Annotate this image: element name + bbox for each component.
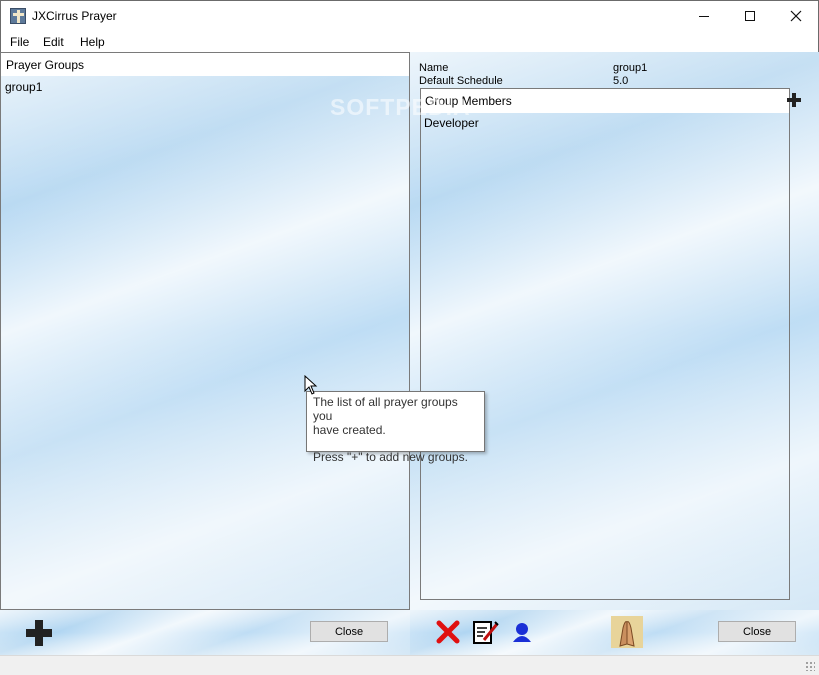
- group-members-header: Group Members: [421, 89, 789, 113]
- praying-hands-icon: [611, 616, 643, 648]
- menu-help[interactable]: Help: [80, 35, 105, 49]
- minimize-button[interactable]: [681, 1, 727, 31]
- watermark: SOFTPEDIA: [330, 94, 471, 120]
- members-toolbar: Close: [410, 610, 819, 655]
- group-details-panel: Name group1 Default Schedule 5.0 Group M…: [410, 52, 819, 610]
- default-schedule-value: 5.0: [613, 75, 629, 87]
- prayer-groups-panel: Prayer Groups group1: [0, 52, 410, 610]
- mouse-cursor-icon: [304, 375, 318, 395]
- menu-edit[interactable]: Edit: [43, 35, 64, 49]
- name-value: group1: [613, 62, 648, 74]
- default-schedule-label: Default Schedule: [419, 75, 503, 87]
- tooltip: The list of all prayer groups you have c…: [306, 391, 485, 464]
- tooltip-line: have created.: [313, 423, 386, 437]
- add-group-button[interactable]: [26, 620, 52, 646]
- close-window-button[interactable]: [773, 1, 819, 31]
- window-title: JXCirrus Prayer: [32, 9, 117, 23]
- person-button[interactable]: [510, 618, 538, 646]
- edit-button[interactable]: [471, 618, 499, 646]
- list-item[interactable]: group1: [5, 80, 42, 94]
- add-member-button[interactable]: [787, 93, 801, 107]
- red-x-icon: [436, 620, 460, 644]
- resize-grip-icon[interactable]: [805, 661, 815, 671]
- close-button[interactable]: Close: [718, 621, 796, 642]
- groups-toolbar: Close: [0, 610, 410, 655]
- close-icon: [790, 10, 802, 22]
- plus-icon: [787, 93, 801, 107]
- notepad-pen-icon: [473, 621, 499, 644]
- maximize-icon: [745, 11, 755, 21]
- close-button[interactable]: Close: [310, 621, 388, 642]
- minimize-icon: [699, 15, 709, 17]
- tooltip-line: Press "+" to add new groups.: [313, 450, 468, 464]
- app-cross-icon: [10, 8, 26, 24]
- group-members-list: Group Members Developer: [420, 88, 790, 600]
- plus-icon: [26, 620, 52, 646]
- tooltip-line: The list of all prayer groups you: [313, 395, 458, 423]
- status-bar: [0, 655, 819, 675]
- maximize-button[interactable]: [727, 1, 773, 31]
- pray-button[interactable]: [611, 616, 643, 648]
- person-icon: [513, 623, 531, 642]
- menu-file[interactable]: File: [10, 35, 29, 49]
- title-bar: JXCirrus Prayer: [0, 0, 819, 31]
- prayer-groups-header: Prayer Groups: [1, 53, 409, 76]
- name-label: Name: [419, 62, 449, 74]
- menu-bar: File Edit Help: [0, 31, 819, 52]
- delete-button[interactable]: [434, 618, 462, 646]
